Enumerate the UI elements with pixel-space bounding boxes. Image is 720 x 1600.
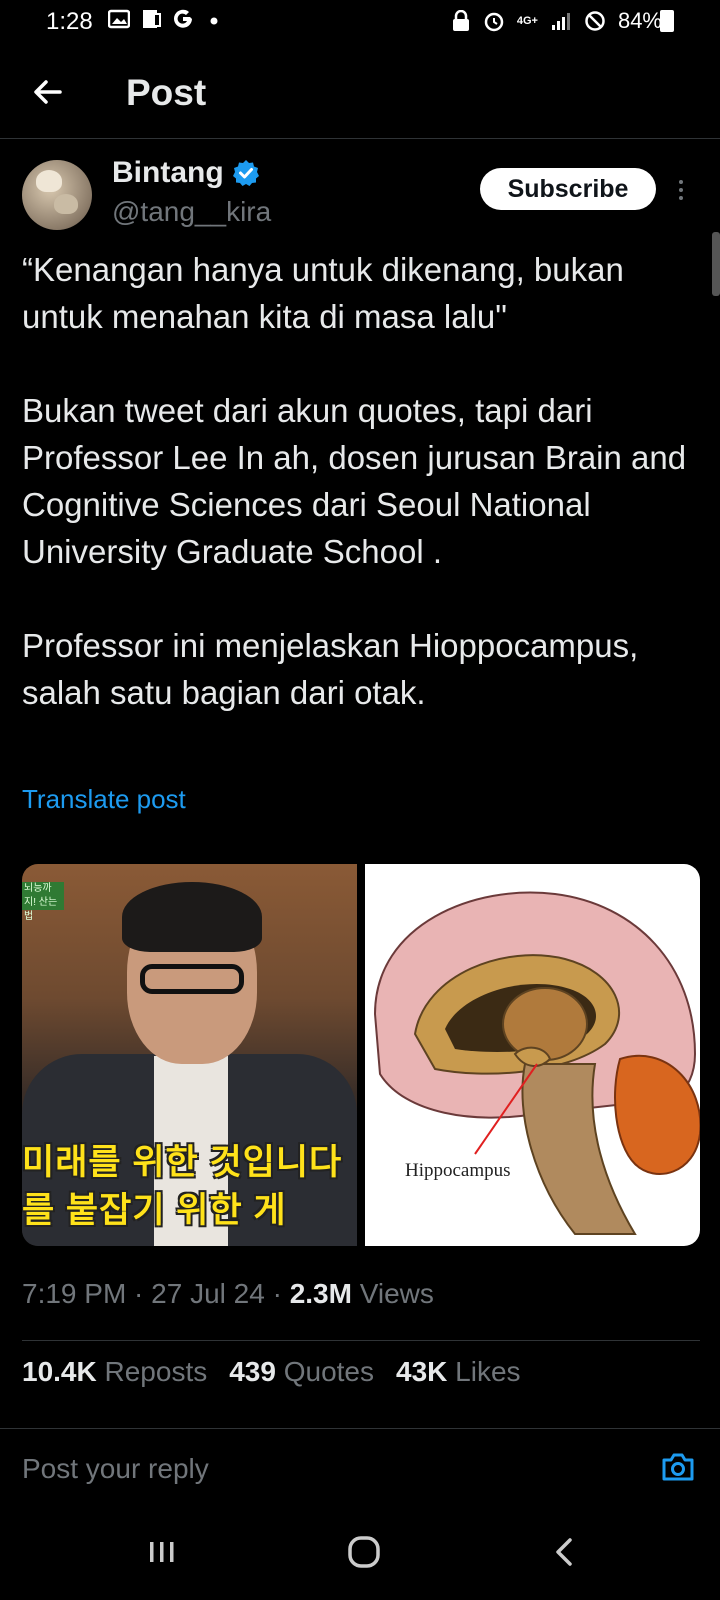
back-arrow-icon[interactable] xyxy=(30,74,66,110)
likes-label: Likes xyxy=(455,1356,521,1387)
verified-badge-icon xyxy=(232,160,259,186)
system-nav-bar xyxy=(0,1504,720,1600)
page-title: Post xyxy=(126,72,207,113)
views-count: 2.3M xyxy=(289,1278,352,1309)
back-nav-icon[interactable] xyxy=(546,1534,586,1570)
reposts-stat[interactable]: 10.4K Reposts xyxy=(22,1356,207,1388)
alarm-icon xyxy=(484,12,504,32)
views-label: Views xyxy=(359,1278,434,1309)
home-icon[interactable] xyxy=(344,1534,384,1570)
status-left-icons xyxy=(108,8,224,30)
google-icon xyxy=(174,9,192,28)
recent-apps-icon[interactable] xyxy=(142,1534,182,1570)
image-caption-line1: 미래를 위한 것입니다 xyxy=(22,1143,343,1182)
likes-stat[interactable]: 43K Likes xyxy=(396,1356,521,1388)
4g-icon: 4G+ xyxy=(516,15,538,27)
post-paragraph: “Kenangan hanya untuk dikenang, bukan un… xyxy=(22,251,624,335)
divider xyxy=(22,1340,700,1341)
reposts-count: 10.4K xyxy=(22,1356,97,1387)
post-meta: 7:19 PM · 27 Jul 24 · 2.3M Views xyxy=(22,1278,434,1310)
quotes-stat[interactable]: 439 Quotes xyxy=(229,1356,374,1388)
brain-diagram-image[interactable]: Hippocampus xyxy=(365,864,700,1246)
reply-bar: Post your reply xyxy=(0,1428,720,1506)
post-paragraph: Professor ini menjelaskan Hioppocampus, … xyxy=(22,627,639,711)
subscribe-button[interactable]: Subscribe xyxy=(480,168,656,210)
avatar[interactable] xyxy=(22,160,92,230)
engagement-stats: 10.4K Reposts 439 Quotes 43K Likes xyxy=(22,1356,521,1388)
author-name[interactable]: Bintang xyxy=(112,156,224,190)
professor-image[interactable]: 뇌능까지! 산는 법 미래를 위한 것입니다 를 붙잡기 위한 게 xyxy=(22,864,357,1246)
battery-icon xyxy=(660,10,674,32)
camera-icon[interactable] xyxy=(660,1451,696,1483)
post-paragraph: Bukan tweet dari akun quotes, tapi dari … xyxy=(22,392,687,570)
status-right-icons: 4G+ 84% xyxy=(451,8,662,34)
author-handle[interactable]: @tang__kira xyxy=(112,196,271,228)
reposts-label: Reposts xyxy=(104,1356,208,1387)
scrollbar[interactable] xyxy=(712,232,720,296)
image-icon xyxy=(108,9,130,29)
signal-icon xyxy=(551,13,570,30)
reply-input[interactable]: Post your reply xyxy=(22,1453,209,1485)
author-name-row[interactable]: Bintang xyxy=(112,156,260,190)
translate-post-link[interactable]: Translate post xyxy=(22,784,186,815)
battery-percent: 84% xyxy=(617,8,662,33)
quotes-label: Quotes xyxy=(283,1356,374,1387)
status-time: 1:28 xyxy=(46,8,93,35)
dnd-icon xyxy=(585,11,605,31)
post-media[interactable]: 뇌능까지! 산는 법 미래를 위한 것입니다 를 붙잡기 위한 게 Hippoc… xyxy=(22,864,700,1246)
likes-count: 43K xyxy=(396,1356,448,1387)
lock-icon xyxy=(452,10,469,31)
post-timestamp: 7:19 PM · 27 Jul 24 · xyxy=(22,1278,290,1309)
device-icon xyxy=(143,10,161,28)
more-options-icon[interactable] xyxy=(676,176,686,206)
dot-icon xyxy=(210,17,218,25)
quotes-count: 439 xyxy=(229,1356,276,1387)
video-tag: 뇌능까지! 산는 법 xyxy=(22,882,64,922)
brain-illustration xyxy=(373,891,700,1235)
hippocampus-label: Hippocampus xyxy=(405,1160,511,1181)
status-bar: 1:28 4G+ 84% xyxy=(0,0,720,44)
post-text: “Kenangan hanya untuk dikenang, bukan un… xyxy=(22,246,702,716)
app-bar: Post xyxy=(0,44,720,139)
image-caption-line2: 를 붙잡기 위한 게 xyxy=(22,1191,287,1230)
